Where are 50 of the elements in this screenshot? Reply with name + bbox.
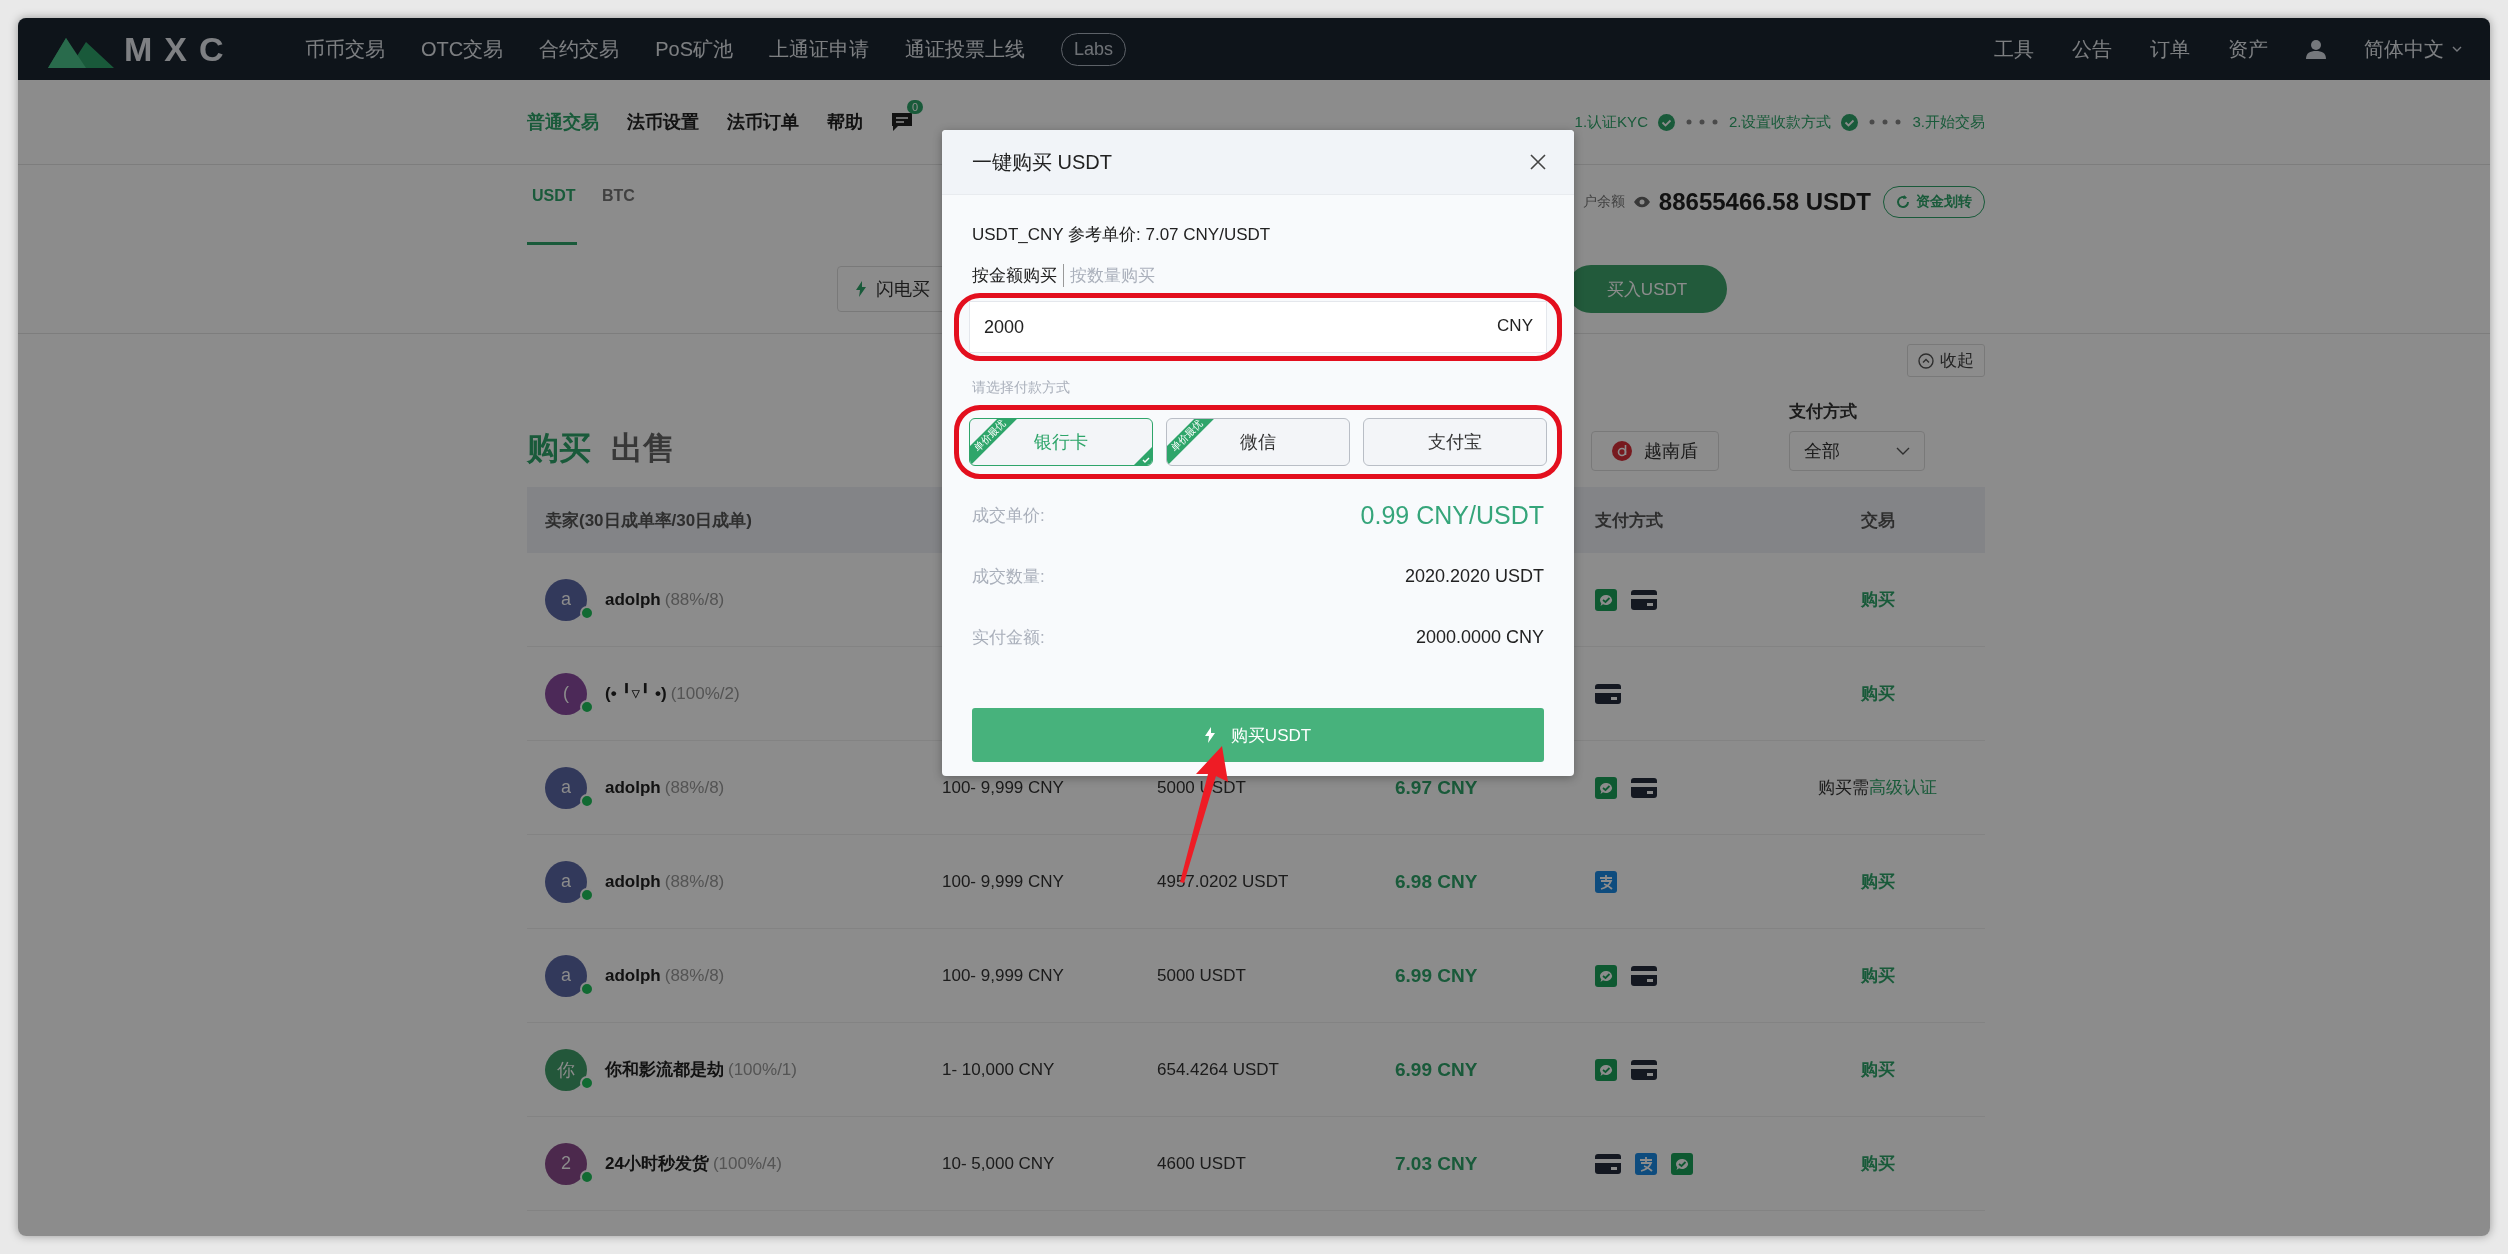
logo-text: MXC [124,29,236,69]
summary-label: 成交单价: [972,505,1045,527]
limit-cell-text: 10- 5,000 CNY [942,1153,1056,1174]
limit-cell-text: 100- 9,999 CNY [942,965,1065,986]
summary-value: 0.99 CNY/USDT [1360,501,1544,530]
seller-stats: (88%/8) [664,871,725,892]
avatar: a [545,860,587,903]
price-cell-text: 6.99 CNY [1395,964,1479,987]
avatar: a [545,578,587,621]
seller-stats: (100%/4) [712,1153,782,1174]
summary-label: 成交数量: [972,566,1045,588]
avatar: a [545,954,587,997]
reference-price: USDT_CNY 参考单价: 7.07 CNY/USDT [972,224,1272,246]
seller-stats: (100%/1) [728,1059,797,1080]
price-cell-text: 6.99 CNY [1395,1058,1479,1081]
price-cell-text: 6.97 CNY [1395,776,1479,799]
seller-stats: (88%/8) [664,777,725,798]
amount-cell-text: 4600 USDT [1157,1153,1247,1174]
balance-label: 户余额 [1582,193,1625,211]
column-header: 支付方式 [1595,509,1664,532]
avatar: 你 [545,1048,587,1091]
limit-cell-text: 100- 9,999 CNY [942,871,1065,892]
column-header: 交易 [1859,509,1896,532]
limit-cell-text: 1- 10,000 CNY [942,1059,1056,1080]
kyc-notice: 购买需 [1818,777,1869,799]
summary-value: 2020.2020 USDT [1404,566,1544,587]
step-label: 2.设置收款方式 [1728,112,1832,132]
amount-cell-text: 654.4264 USDT [1157,1059,1280,1080]
filter-label: 支付方式 [1789,401,1858,423]
modal-title: 一键购买 USDT [972,149,1112,175]
price-cell-text: 7.03 CNY [1395,1152,1479,1175]
seller-stats: (100%/2) [670,683,740,704]
step-label: 1.认证KYC [1574,112,1648,132]
amount-cell-text: 4957.0202 USDT [1157,871,1290,892]
currency-unit: CNY [1497,316,1533,336]
step-label: 3.开始交易 [1912,112,1985,132]
avatar: 2 [545,1142,587,1185]
balance-value: 88655466.58 USDT [1658,188,1871,216]
summary-label: 实付金额: [972,627,1045,649]
seller-stats: (88%/8) [664,965,725,986]
column-header: 卖家(30日成单率/30日成单) [544,509,753,532]
count-badge: 0 [907,100,924,114]
seller-stats: (88%/8) [664,589,725,610]
payment-method-label: 请选择付款方式 [972,379,1071,397]
limit-cell-text: 100- 9,999 CNY [942,777,1065,798]
price-cell-text: 6.98 CNY [1395,870,1479,893]
amount-cell-text: 5000 USDT [1157,965,1247,986]
summary-value: 2000.0000 CNY [1415,627,1544,648]
avatar: a [545,766,587,809]
avatar: ( [545,672,587,715]
